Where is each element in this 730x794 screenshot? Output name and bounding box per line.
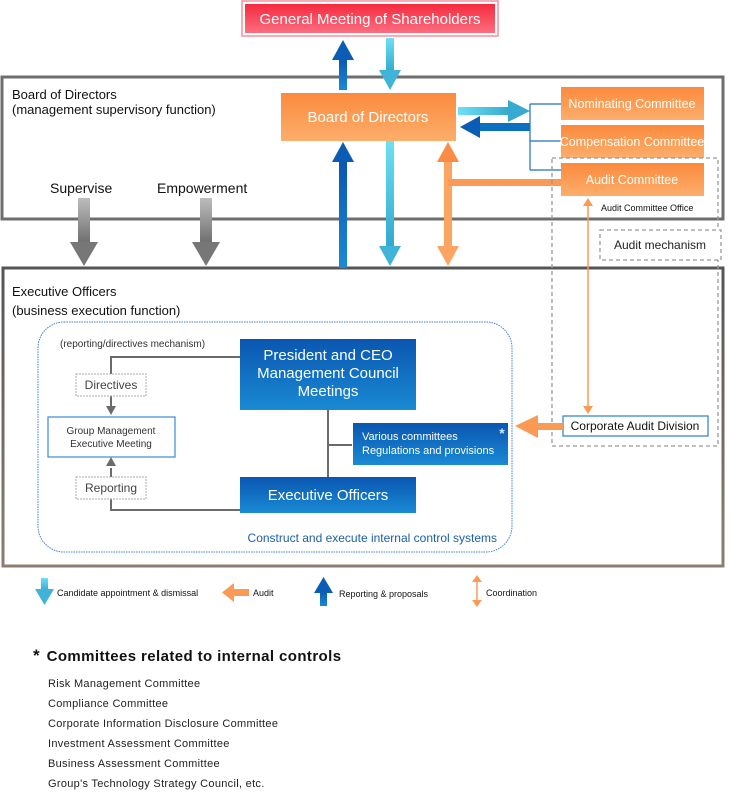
left-arrow-icon	[222, 583, 249, 602]
list-item: Investment Assessment Committee	[48, 738, 230, 750]
governance-diagram: Board of Directors (management superviso…	[0, 0, 725, 607]
president-line2: Management Council	[257, 365, 399, 382]
committees-list: * Committees related to internal control…	[33, 646, 341, 794]
reporting-label: Reporting	[85, 481, 137, 495]
president-line3: Meetings	[298, 383, 359, 400]
committees-list-items: Risk Management Committee Compliance Com…	[33, 674, 341, 794]
group-management-line2: Executive Meeting	[70, 439, 152, 450]
board-of-directors-label: Board of Directors	[308, 109, 429, 126]
legend: Candidate appointment & dismissal Audit …	[35, 575, 537, 607]
legend-label-reporting: Reporting & proposals	[339, 589, 429, 599]
list-item: Corporate Information Disclosure Committ…	[48, 718, 279, 730]
executive-officers-label: Executive Officers	[268, 487, 389, 504]
corporate-audit-division-box: Corporate Audit Division	[562, 415, 709, 437]
corporate-audit-division-label: Corporate Audit Division	[571, 419, 700, 433]
president-line1: President and CEO	[263, 347, 392, 364]
nominating-committee-box: Nominating Committee	[561, 87, 704, 120]
audit-mechanism-label: Audit mechanism	[614, 238, 706, 252]
board-section-title: Board of Directors	[12, 87, 117, 102]
list-item: Risk Management Committee	[48, 678, 201, 690]
legend-label-audit: Audit	[253, 588, 274, 598]
audit-committee-audit-line	[448, 179, 562, 186]
group-management-meeting-box: Group Management Executive Meeting	[47, 416, 176, 458]
audit-committee-office-label: Audit Committee Office	[601, 203, 693, 213]
legend-item-appointment: Candidate appointment & dismissal	[35, 578, 198, 605]
audit-mechanism-box: Audit mechanism	[599, 229, 722, 261]
list-item: Compliance Committee	[48, 698, 169, 710]
supervise-label: Supervise	[50, 180, 112, 196]
directives-box: Directives	[75, 373, 147, 397]
executive-section-title: Executive Officers	[12, 284, 117, 299]
audit-committee-box: Audit Committee	[561, 163, 704, 196]
up-arrow-icon	[314, 577, 333, 606]
legend-item-audit: Audit	[222, 583, 274, 602]
committees-list-title: * Committees related to internal control…	[33, 646, 341, 666]
audit-committee-label: Audit Committee	[586, 173, 678, 187]
directives-label: Directives	[85, 378, 138, 392]
reporting-box: Reporting	[75, 476, 147, 500]
shareholders-box: General Meeting of Shareholders	[241, 0, 499, 37]
board-of-directors-box: Board of Directors	[281, 93, 456, 141]
legend-label-coordination: Coordination	[486, 588, 537, 598]
compensation-committee-label: Compensation Committee	[560, 135, 705, 149]
compensation-committee-box: Compensation Committee	[560, 125, 705, 158]
shareholders-label: General Meeting of Shareholders	[260, 11, 481, 28]
asterisk-marker: *	[33, 646, 41, 665]
executive-section-subtitle: (business execution function)	[12, 303, 180, 318]
list-item: Group's Technology Strategy Council, etc…	[48, 778, 265, 790]
nominating-committee-label: Nominating Committee	[568, 97, 695, 111]
various-committees-box: Various committees Regulations and provi…	[353, 423, 508, 465]
board-section-subtitle: (management supervisory function)	[12, 102, 216, 117]
committees-list-heading: Committees related to internal controls	[46, 648, 342, 665]
various-line1: Various committees	[362, 431, 458, 443]
double-arrow-icon	[472, 575, 482, 607]
asterisk-marker: *	[499, 425, 505, 441]
group-management-line1: Group Management	[67, 426, 156, 437]
various-line2: Regulations and provisions	[362, 445, 495, 457]
down-arrow-icon	[35, 578, 54, 605]
mechanism-label: (reporting/directives mechanism)	[60, 339, 205, 350]
empowerment-label: Empowerment	[157, 180, 247, 196]
legend-item-coordination: Coordination	[472, 575, 537, 607]
legend-label-appointment: Candidate appointment & dismissal	[57, 588, 198, 598]
internal-control-label: Construct and execute internal control s…	[248, 531, 497, 545]
president-ceo-box: President and CEO Management Council Mee…	[240, 339, 416, 410]
list-item: Business Assessment Committee	[48, 758, 220, 770]
legend-item-reporting: Reporting & proposals	[314, 577, 429, 606]
executive-officers-box: Executive Officers	[240, 477, 416, 513]
